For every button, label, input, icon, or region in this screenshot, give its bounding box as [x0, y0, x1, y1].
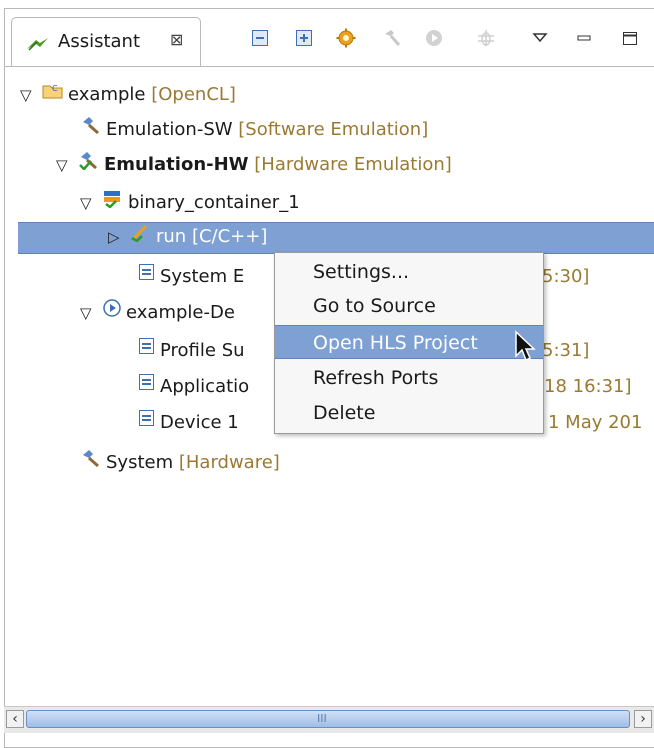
menu-item-open-hls-project[interactable]: Open HLS Project	[275, 325, 543, 359]
binary-container-icon	[102, 188, 124, 218]
context-menu: Settings... Go to Source Open HLS Projec…	[274, 252, 544, 434]
expanded-twistie-icon[interactable]: ▽	[80, 188, 102, 218]
tab-divider	[5, 66, 654, 67]
tree-item-label: binary_container_1	[128, 192, 300, 213]
tree-item-decoration: [Hardware]	[178, 452, 280, 473]
expanded-twistie-icon[interactable]: ▽	[80, 298, 102, 328]
build-hammer-icon[interactable]	[381, 27, 403, 49]
run-icon[interactable]	[423, 27, 445, 49]
project-folder-icon: C	[42, 80, 64, 110]
assistant-icon	[26, 35, 50, 56]
view-tabbar: Assistant ⊠	[5, 9, 654, 67]
menu-item-go-to-source[interactable]: Go to Source	[275, 289, 543, 323]
hammer-icon	[80, 448, 102, 478]
tree-item-label: System	[106, 452, 174, 473]
tree-item-label: Emulation-SW	[106, 119, 233, 140]
collapse-all-icon[interactable]	[249, 27, 271, 49]
tree-item-device-1[interactable]: Device 1	[138, 408, 239, 438]
collapsed-twistie-icon[interactable]: ▷	[108, 222, 130, 252]
gear-icon[interactable]	[335, 27, 357, 49]
tree-item-binary-container[interactable]: ▽ binary_container_1	[80, 188, 300, 218]
scroll-right-button[interactable]: ›	[634, 710, 652, 728]
minimize-icon[interactable]	[573, 27, 595, 49]
close-icon[interactable]: ⊠	[170, 30, 183, 49]
tree-item-label: Applicatio	[160, 376, 250, 397]
tree-item-example[interactable]: ▽ Cexample [OpenCL]	[20, 80, 236, 110]
hammer-icon	[80, 115, 102, 145]
run-config-icon	[130, 222, 152, 252]
tree-item-timestamp: 5:30]	[542, 266, 590, 287]
tree-item-decoration: [Hardware Emulation]	[254, 154, 452, 175]
tree-item-label: example	[68, 84, 146, 105]
tree-item-label: System E	[160, 266, 245, 287]
tab-label: Assistant	[58, 31, 141, 52]
tree-item-run[interactable]: ▷ run [C/C++]	[108, 222, 267, 252]
tree-item-system-estimate[interactable]: System E	[138, 262, 244, 292]
scroll-left-button[interactable]: ‹	[6, 710, 24, 728]
tree-item-emulation-hw[interactable]: ▽ Emulation-HW [Hardware Emulation]	[56, 150, 452, 180]
tree-item-decoration: [C/C++]	[191, 226, 268, 247]
expanded-twistie-icon[interactable]: ▽	[56, 150, 78, 180]
report-icon	[138, 408, 156, 438]
tree-item-timestamp: 18 16:31]	[544, 376, 632, 397]
tree-item-label: Device 1	[160, 412, 239, 433]
report-icon	[138, 262, 156, 292]
maximize-icon[interactable]	[619, 27, 641, 49]
tree-item-application[interactable]: Applicatio	[138, 372, 249, 402]
tree-item-timestamp: 5:31]	[542, 340, 590, 361]
active-hammer-icon	[78, 150, 100, 180]
debug-icon[interactable]	[475, 27, 497, 49]
tree-item-decoration: [OpenCL]	[151, 84, 236, 105]
expanded-twistie-icon[interactable]: ▽	[20, 80, 42, 110]
tree-item-timestamp: 1 May 201	[548, 412, 643, 433]
svg-text:C: C	[52, 84, 58, 93]
tree-item-label: example-De	[126, 302, 235, 323]
mouse-pointer-icon	[514, 330, 536, 369]
tree-item-label: run	[156, 226, 187, 247]
thumb-grip: III	[317, 712, 327, 725]
menu-item-refresh-ports[interactable]: Refresh Ports	[275, 361, 543, 395]
report-icon	[138, 336, 156, 366]
tree-item-decoration: [Software Emulation]	[238, 119, 429, 140]
view-menu-icon[interactable]	[529, 27, 551, 49]
scroll-thumb[interactable]: III	[26, 710, 630, 728]
tree-item-profile-summary[interactable]: Profile Su	[138, 336, 245, 366]
menu-item-delete[interactable]: Delete	[275, 396, 543, 430]
tree-item-label: Emulation-HW	[104, 154, 249, 175]
tab-assistant[interactable]: Assistant ⊠	[11, 17, 201, 67]
report-icon	[138, 372, 156, 402]
tree-item-example-debug[interactable]: ▽ example-De	[80, 298, 235, 328]
launch-icon	[102, 298, 122, 328]
tree-item-label: Profile Su	[160, 340, 245, 361]
menu-item-settings[interactable]: Settings...	[275, 255, 543, 289]
tree-item-emulation-sw[interactable]: Emulation-SW [Software Emulation]	[80, 115, 428, 145]
tree-item-system[interactable]: System [Hardware]	[80, 448, 280, 478]
expand-all-icon[interactable]	[293, 27, 315, 49]
horizontal-scrollbar[interactable]: ‹ III ›	[4, 706, 654, 733]
